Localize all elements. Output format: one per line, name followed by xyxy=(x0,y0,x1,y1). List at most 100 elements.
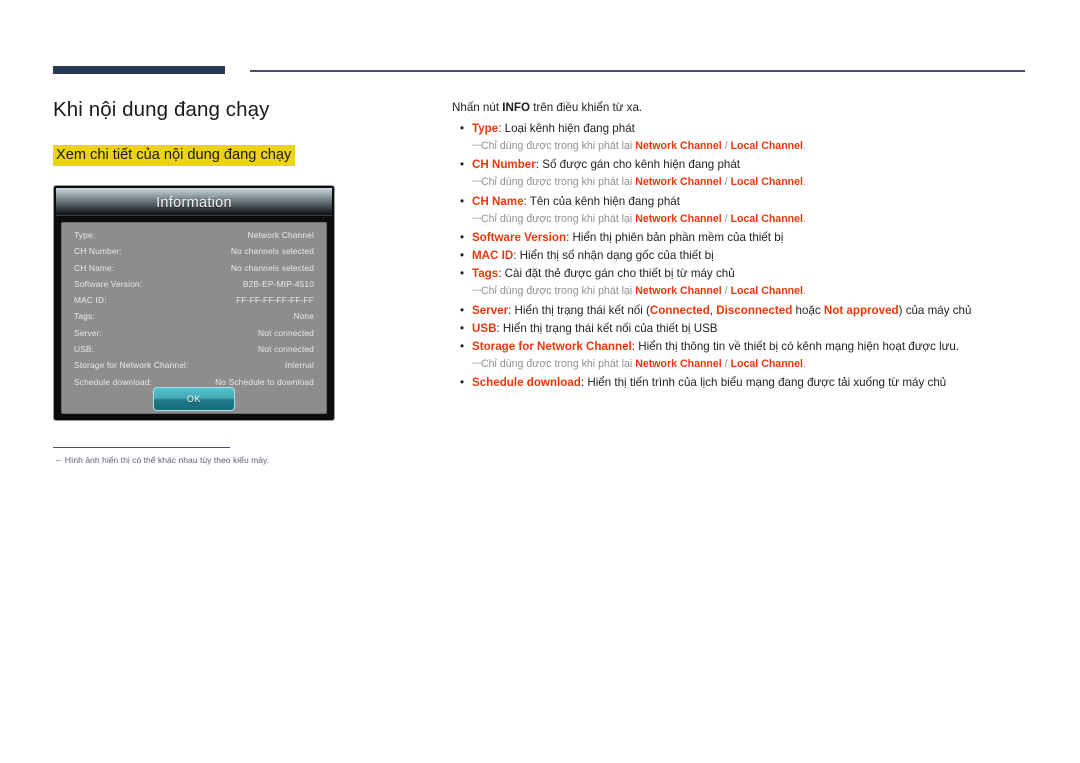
subnote-separator: / xyxy=(721,139,731,152)
bullet-dot-icon: • xyxy=(460,230,465,244)
bullet-dot-icon: • xyxy=(460,321,465,335)
footnote-rule xyxy=(53,447,230,449)
dialog-row-value: No Schedule to download xyxy=(215,376,314,387)
section-subtitle-highlight: Xem chi tiết của nội dung đang chạy xyxy=(53,145,296,167)
subnote-separator: / xyxy=(721,212,731,225)
subnote-body: Chỉ dùng được trong khi phát lại xyxy=(481,176,636,189)
dialog-row-list: Type: Network Channel CH Number: No channel… xyxy=(74,231,314,394)
dialog-body: Type: Network Channel CH Number: No channel… xyxy=(61,222,327,414)
status-connected: Connected xyxy=(649,303,710,317)
dialog-row-label: Server: xyxy=(74,327,103,338)
subnote-period: . xyxy=(802,285,806,298)
intro-bold-info: INFO xyxy=(502,101,530,114)
dialog-row-value: Not connected xyxy=(258,327,314,338)
bullet-dot-icon: • xyxy=(460,303,465,317)
bullet-text: Storage for Network Channel: Hiển thị th… xyxy=(472,339,1042,355)
dialog-row-label: Tags: xyxy=(74,311,95,322)
bullet-term: USB xyxy=(472,321,497,335)
subnote-period: . xyxy=(802,358,806,371)
bullet-description: : Hiển thị trạng thái kết nối của thiết … xyxy=(496,321,718,335)
intro-line: Nhấn nút INFO trên điều khiển từ xa. xyxy=(452,100,1042,116)
subnote-dash-icon: — xyxy=(472,211,483,224)
dialog-row: CH Number: No channels selected xyxy=(74,247,314,263)
dialog-row-value: B2B-EP-MIP-4510 xyxy=(242,278,314,289)
server-mid: hoặc xyxy=(792,303,824,317)
dialog-row-label: CH Number: xyxy=(74,246,123,257)
bullet-description: : Loại kênh hiện đang phát xyxy=(498,121,635,135)
bullet-term: Server xyxy=(472,303,509,317)
bullet-item: • CH Number: Số được gán cho kênh hiện đa… xyxy=(452,157,1042,173)
footnote: – Hình ảnh hiển thị có thể khác nhau tùy … xyxy=(56,455,269,465)
subnote-dash-icon: — xyxy=(472,138,483,151)
bullet-subnote: — Chỉ dùng được trong khi phát lại Networ… xyxy=(452,284,1042,298)
bullet-dot-icon: • xyxy=(460,194,465,208)
bullet-dot-icon: • xyxy=(460,121,465,135)
dialog-row-value: Not connected xyxy=(258,344,314,355)
subnote-local-channel: Local Channel xyxy=(730,176,803,189)
subnote-network-channel: Network Channel xyxy=(635,212,722,225)
subnote-dash-icon: — xyxy=(472,175,483,188)
bullet-text: Schedule download: Hiển thị tiến trình c… xyxy=(472,375,1042,391)
subnote-dash-icon: — xyxy=(472,284,483,297)
description-column: Nhấn nút INFO trên điều khiển từ xa. • Ty… xyxy=(452,100,1042,394)
bullet-subnote: — Chỉ dùng được trong khi phát lại Networ… xyxy=(452,357,1042,371)
header-rule-line xyxy=(250,70,1025,72)
bullet-item: • Storage for Network Channel: Hiển thị t… xyxy=(452,339,1042,355)
bullet-term: Tags xyxy=(472,267,499,281)
bullet-item: • USB: Hiển thị trạng thái kết nối của th… xyxy=(452,321,1042,337)
bullet-item: • Schedule download: Hiển thị tiến trình … xyxy=(452,375,1042,391)
subnote-body: Chỉ dùng được trong khi phát lại xyxy=(481,358,636,371)
bullet-text: CH Number: Số được gán cho kênh hiện đan… xyxy=(472,157,1042,173)
dialog-row-value: Network Channel xyxy=(247,230,314,240)
server-desc-part1: : Hiển thị trạng thái kết nối ( xyxy=(508,303,650,317)
header-accent-bar xyxy=(53,66,225,74)
dialog-row-label: Storage for Network Channel: xyxy=(74,360,189,371)
bullet-term: Software Version xyxy=(472,230,567,244)
bullet-text: MAC ID: Hiển thị số nhận dạng gốc của th… xyxy=(472,248,1042,264)
information-dialog: Information Type: Network Channel CH Numbe… xyxy=(53,185,335,421)
dialog-row-label: MAC ID: xyxy=(74,295,107,306)
dialog-row-label: Schedule download: xyxy=(74,376,153,387)
bullet-item: • MAC ID: Hiển thị số nhận dạng gốc của t… xyxy=(452,248,1042,264)
subnote-period: . xyxy=(802,212,806,225)
dialog-title: Information xyxy=(156,194,232,211)
bullet-text: Server: Hiển thị trạng thái kết nối (Con… xyxy=(472,303,1042,319)
bullet-text: Tags: Cài đặt thẻ được gán cho thiết bị … xyxy=(472,266,1042,282)
bullet-term: CH Name xyxy=(472,194,524,208)
ok-button[interactable]: OK xyxy=(153,387,235,411)
bullet-description: : Số được gán cho kênh hiện đang phát xyxy=(535,158,741,172)
subnote-local-channel: Local Channel xyxy=(730,358,803,371)
dialog-row: Software Version: B2B-EP-MIP-4510 xyxy=(74,278,314,296)
subnote-dash-icon: — xyxy=(472,357,483,370)
subnote-separator: / xyxy=(721,176,731,189)
bullet-description: : Hiển thị tiến trình của lịch biểu mạng… xyxy=(580,376,947,390)
dialog-titlebar: Information xyxy=(56,188,332,216)
bullet-list: • Type: Loại kênh hiện đang phát — Chỉ dùng… xyxy=(452,121,1042,391)
bullet-term: Storage for Network Channel xyxy=(472,339,632,353)
dialog-row: MAC ID: FF-FF-FF-FF-FF-FF xyxy=(74,296,314,312)
bullet-description: : Hiển thị phiên bản phần mềm của thiết … xyxy=(566,230,784,244)
dialog-row-value: No channels selected xyxy=(230,246,314,257)
bullet-subnote: — Chỉ dùng được trong khi phát lại Networ… xyxy=(452,139,1042,153)
page-title: Khi nội dung đang chạy xyxy=(53,98,270,121)
subnote-body: Chỉ dùng được trong khi phát lại xyxy=(481,212,636,225)
bullet-dot-icon: • xyxy=(460,249,465,263)
subnote-network-channel: Network Channel xyxy=(635,139,722,152)
bullet-term: MAC ID xyxy=(472,249,514,263)
dialog-row-value: FF-FF-FF-FF-FF-FF xyxy=(236,295,314,306)
bullet-item: • Type: Loại kênh hiện đang phát xyxy=(452,121,1042,137)
subnote-separator: / xyxy=(721,358,731,371)
bullet-item: • Server: Hiển thị trạng thái kết nối (Co… xyxy=(452,303,1042,319)
dialog-row: Tags: None xyxy=(74,312,314,328)
intro-suffix: trên điều khiển từ xa. xyxy=(529,101,643,114)
bullet-text: Type: Loại kênh hiện đang phát xyxy=(472,121,1042,137)
bullet-term: Schedule download xyxy=(472,376,581,390)
dialog-row: Server: Not connected xyxy=(74,327,314,345)
bullet-item: • Tags: Cài đặt thẻ được gán cho thiết bị… xyxy=(452,266,1042,282)
subnote-body: Chỉ dùng được trong khi phát lại xyxy=(481,139,636,152)
bullet-text: CH Name: Tên của kênh hiện đang phát xyxy=(472,194,1042,210)
bullet-description: : Hiển thị số nhận dạng gốc của thiết bị xyxy=(513,249,714,263)
dialog-row-value: Internal xyxy=(284,360,314,371)
dialog-row: Storage for Network Channel: Internal xyxy=(74,361,314,377)
status-disconnected: Disconnected xyxy=(716,303,793,317)
